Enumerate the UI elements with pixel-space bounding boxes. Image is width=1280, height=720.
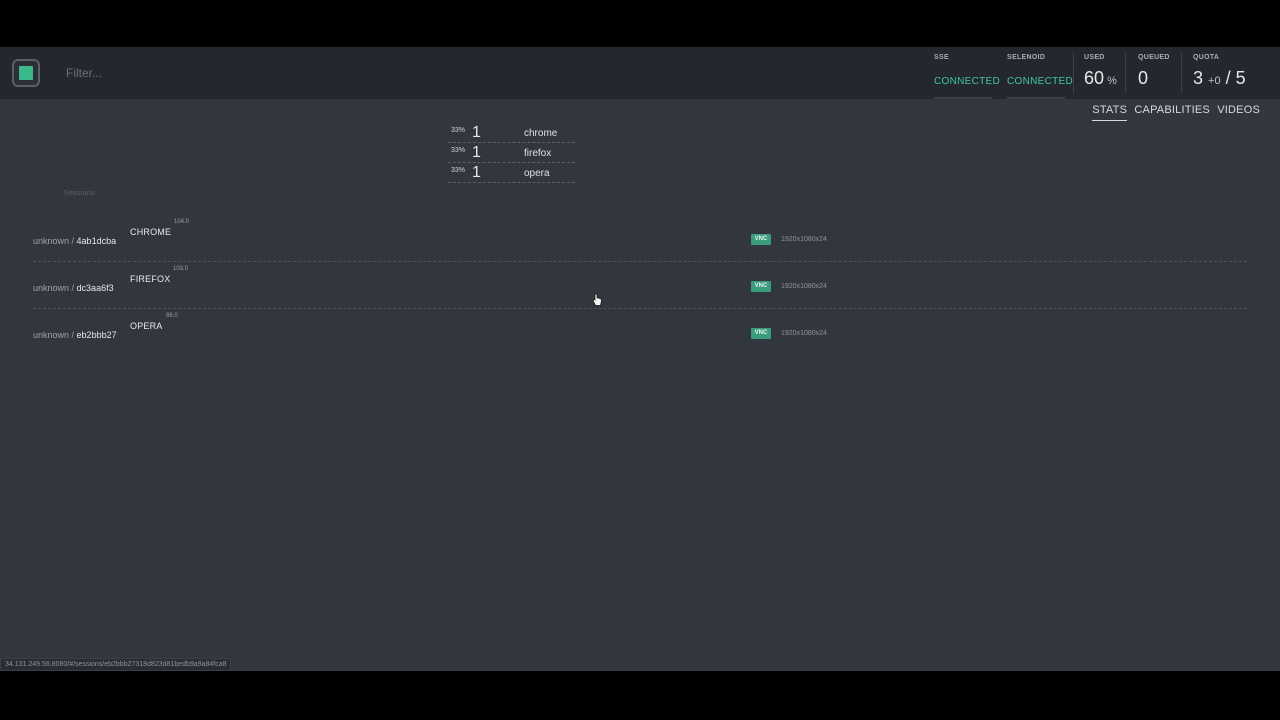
sse-value: CONNECTED <box>934 76 1001 87</box>
browser-summary: 33% 1 chrome 33% 1 firefox 33% 1 opera <box>448 123 575 183</box>
link-status-bar: 34.131.249.56:8080/#/sessions/eb2bbb2731… <box>0 658 232 671</box>
hand-cursor-icon <box>592 293 602 306</box>
summary-row: 33% 1 opera <box>448 163 575 183</box>
letterbox-bottom <box>0 671 1280 720</box>
queued-value: 0 <box>1138 68 1149 88</box>
session-browser: CHROME <box>130 227 172 237</box>
summary-browser: firefox <box>524 148 552 159</box>
summary-percent: 33% <box>451 127 466 134</box>
tab-capabilities[interactable]: CAPABILITIES <box>1134 104 1210 120</box>
session-browser: OPERA <box>130 321 163 331</box>
view-tabs: STATS CAPABILITIES VIDEOS <box>1088 104 1260 121</box>
summary-count: 1 <box>472 144 481 161</box>
session-row[interactable]: unknown / 4ab1dcba CHROME 104.0 VNC 1920… <box>33 215 1247 262</box>
selenoid-value: CONNECTED <box>1007 76 1074 87</box>
filter-input[interactable] <box>56 63 456 83</box>
top-bar: SSE CONNECTED SELENOID CONNECTED USED 60… <box>0 47 1280 99</box>
session-browser: FIREFOX <box>130 274 171 284</box>
selenoid-ui: SSE CONNECTED SELENOID CONNECTED USED 60… <box>0 47 1280 671</box>
session-resolution: 1920x1080x24 <box>781 330 827 337</box>
session-row[interactable]: unknown / dc3aa6f3 FIREFOX 103.0 VNC 192… <box>33 262 1247 309</box>
summary-percent: 33% <box>451 147 466 154</box>
sse-label: SSE <box>934 54 949 61</box>
summary-percent: 33% <box>451 167 466 174</box>
sessions-label: Sessions <box>64 190 95 197</box>
quota-label: QUOTA <box>1193 54 1220 61</box>
summary-count: 1 <box>472 124 481 141</box>
session-version: 86.0 <box>166 313 178 319</box>
used-label: USED <box>1084 54 1105 61</box>
quota-value: 3 +0 / 5 <box>1193 68 1246 88</box>
tab-stats[interactable]: STATS <box>1092 104 1128 121</box>
used-value: 60 % <box>1084 68 1117 88</box>
summary-row: 33% 1 chrome <box>448 123 575 143</box>
summary-browser: opera <box>524 168 550 179</box>
session-id[interactable]: unknown / 4ab1dcba <box>33 236 116 246</box>
vnc-badge[interactable]: VNC <box>751 328 771 339</box>
vnc-badge[interactable]: VNC <box>751 281 771 292</box>
summary-row: 33% 1 firefox <box>448 143 575 163</box>
session-id[interactable]: unknown / dc3aa6f3 <box>33 283 114 293</box>
session-resolution: 1920x1080x24 <box>781 283 827 290</box>
summary-count: 1 <box>472 164 481 181</box>
summary-browser: chrome <box>524 128 558 139</box>
selenoid-label: SELENOID <box>1007 54 1046 61</box>
letterbox-top <box>0 0 1280 47</box>
tab-videos[interactable]: VIDEOS <box>1217 104 1260 120</box>
session-row[interactable]: unknown / eb2bbb27 OPERA 86.0 VNC 1920x1… <box>33 309 1247 356</box>
selenoid-logo-icon[interactable] <box>12 59 40 87</box>
queued-label: QUEUED <box>1138 54 1170 61</box>
session-id[interactable]: unknown / eb2bbb27 <box>33 330 117 340</box>
vnc-badge[interactable]: VNC <box>751 234 771 245</box>
session-resolution: 1920x1080x24 <box>781 236 827 243</box>
session-version: 103.0 <box>173 266 189 272</box>
session-version: 104.0 <box>174 219 190 225</box>
